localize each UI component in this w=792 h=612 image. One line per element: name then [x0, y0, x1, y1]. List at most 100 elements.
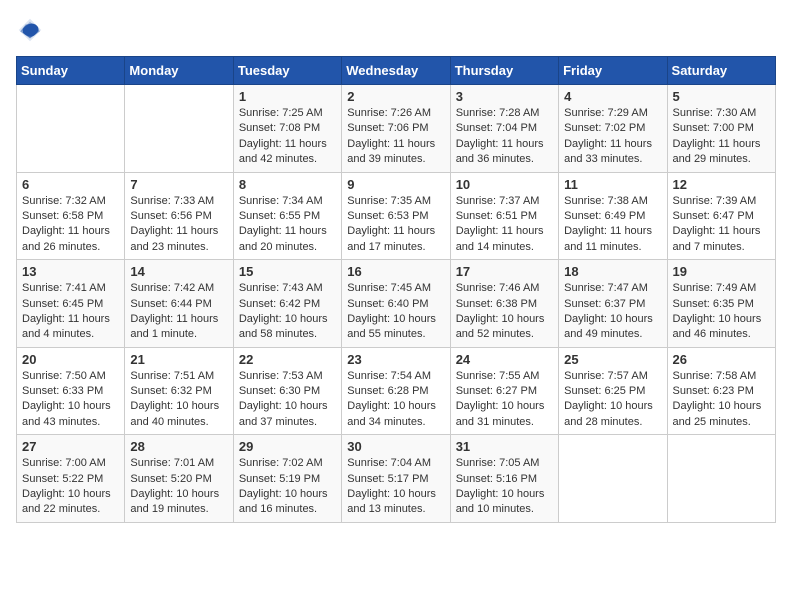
day-info: Sunrise: 7:41 AM Sunset: 6:45 PM Dayligh… — [22, 281, 119, 343]
calendar-cell: 24Sunrise: 7:55 AM Sunset: 6:27 PM Dayli… — [450, 347, 558, 435]
calendar-cell: 12 Sunrise: 7:39 AM Sunset: 6:47 PM Dayli… — [667, 172, 775, 260]
calendar-cell — [559, 435, 667, 523]
day-number: 19 — [673, 264, 770, 279]
calendar-cell: 17 Sunrise: 7:46 AM Sunset: 6:38 PM Dayli… — [450, 260, 558, 348]
calendar-cell: 1Sunrise: 7:25 AM Sunset: 7:08 PM Daylig… — [233, 85, 341, 173]
calendar-cell: 4 Sunrise: 7:29 AM Sunset: 7:02 PM Daylig… — [559, 85, 667, 173]
day-number: 22 — [239, 352, 336, 367]
calendar-cell: 9 Sunrise: 7:35 AM Sunset: 6:53 PM Daylig… — [342, 172, 450, 260]
day-number: 13 — [22, 264, 119, 279]
calendar-cell: 18Sunrise: 7:47 AM Sunset: 6:37 PM Dayli… — [559, 260, 667, 348]
day-info: Sunrise: 7:51 AM Sunset: 6:32 PM Dayligh… — [130, 369, 227, 431]
day-info: Sunrise: 7:46 AM Sunset: 6:38 PM Dayligh… — [456, 281, 553, 343]
day-info: Sunrise: 7:55 AM Sunset: 6:27 PM Dayligh… — [456, 369, 553, 431]
day-number: 8 — [239, 177, 336, 192]
calendar-cell: 31 Sunrise: 7:05 AM Sunset: 5:16 PM Dayli… — [450, 435, 558, 523]
day-number: 15 — [239, 264, 336, 279]
calendar-cell: 30 Sunrise: 7:04 AM Sunset: 5:17 PM Dayli… — [342, 435, 450, 523]
day-number: 6 — [22, 177, 119, 192]
calendar-cell — [667, 435, 775, 523]
day-info: Sunrise: 7:01 AM Sunset: 5:20 PM Dayligh… — [130, 456, 227, 518]
day-info: Sunrise: 7:00 AM Sunset: 5:22 PM Dayligh… — [22, 456, 119, 518]
day-info: Sunrise: 7:33 AM Sunset: 6:56 PM Dayligh… — [130, 194, 227, 256]
day-number: 25 — [564, 352, 661, 367]
calendar-cell: 10 Sunrise: 7:37 AM Sunset: 6:51 PM Dayli… — [450, 172, 558, 260]
day-info: Sunrise: 7:54 AM Sunset: 6:28 PM Dayligh… — [347, 369, 444, 431]
day-number: 30 — [347, 439, 444, 454]
calendar-cell: 27 Sunrise: 7:00 AM Sunset: 5:22 PM Dayli… — [17, 435, 125, 523]
day-info: Sunrise: 7:50 AM Sunset: 6:33 PM Dayligh… — [22, 369, 119, 431]
calendar-cell: 29Sunrise: 7:02 AM Sunset: 5:19 PM Dayli… — [233, 435, 341, 523]
calendar-cell: 5 Sunrise: 7:30 AM Sunset: 7:00 PM Daylig… — [667, 85, 775, 173]
day-number: 31 — [456, 439, 553, 454]
day-number: 29 — [239, 439, 336, 454]
day-info: Sunrise: 7:37 AM Sunset: 6:51 PM Dayligh… — [456, 194, 553, 256]
calendar-cell: 3 Sunrise: 7:28 AM Sunset: 7:04 PM Daylig… — [450, 85, 558, 173]
day-number: 4 — [564, 89, 661, 104]
day-number: 26 — [673, 352, 770, 367]
calendar-cell: 23 Sunrise: 7:54 AM Sunset: 6:28 PM Dayli… — [342, 347, 450, 435]
day-number: 16 — [347, 264, 444, 279]
day-info: Sunrise: 7:30 AM Sunset: 7:00 PM Dayligh… — [673, 106, 770, 168]
week-row-5: 27 Sunrise: 7:00 AM Sunset: 5:22 PM Dayli… — [17, 435, 776, 523]
day-info: Sunrise: 7:43 AM Sunset: 6:42 PM Dayligh… — [239, 281, 336, 343]
calendar-cell: 11 Sunrise: 7:38 AM Sunset: 6:49 PM Dayli… — [559, 172, 667, 260]
day-info: Sunrise: 7:53 AM Sunset: 6:30 PM Dayligh… — [239, 369, 336, 431]
day-number: 2 — [347, 89, 444, 104]
day-header-wednesday: Wednesday — [342, 57, 450, 85]
calendar-cell: 14 Sunrise: 7:42 AM Sunset: 6:44 PM Dayli… — [125, 260, 233, 348]
day-number: 7 — [130, 177, 227, 192]
week-row-3: 13 Sunrise: 7:41 AM Sunset: 6:45 PM Dayli… — [17, 260, 776, 348]
calendar-cell: 2 Sunrise: 7:26 AM Sunset: 7:06 PM Daylig… — [342, 85, 450, 173]
day-number: 9 — [347, 177, 444, 192]
day-number: 27 — [22, 439, 119, 454]
calendar-cell: 22 Sunrise: 7:53 AM Sunset: 6:30 PM Dayli… — [233, 347, 341, 435]
day-header-sunday: Sunday — [17, 57, 125, 85]
day-number: 12 — [673, 177, 770, 192]
day-number: 3 — [456, 89, 553, 104]
day-header-friday: Friday — [559, 57, 667, 85]
page-header — [16, 16, 776, 44]
day-header-thursday: Thursday — [450, 57, 558, 85]
calendar-cell: 13 Sunrise: 7:41 AM Sunset: 6:45 PM Dayli… — [17, 260, 125, 348]
day-info: Sunrise: 7:34 AM Sunset: 6:55 PM Dayligh… — [239, 194, 336, 256]
day-info: Sunrise: 7:29 AM Sunset: 7:02 PM Dayligh… — [564, 106, 661, 168]
day-info: Sunrise: 7:39 AM Sunset: 6:47 PM Dayligh… — [673, 194, 770, 256]
day-number: 14 — [130, 264, 227, 279]
day-headers-row: SundayMondayTuesdayWednesdayThursdayFrid… — [17, 57, 776, 85]
day-info: Sunrise: 7:04 AM Sunset: 5:17 PM Dayligh… — [347, 456, 444, 518]
calendar-cell: 26 Sunrise: 7:58 AM Sunset: 6:23 PM Dayli… — [667, 347, 775, 435]
day-number: 20 — [22, 352, 119, 367]
calendar-cell: 8 Sunrise: 7:34 AM Sunset: 6:55 PM Daylig… — [233, 172, 341, 260]
calendar-cell: 16 Sunrise: 7:45 AM Sunset: 6:40 PM Dayli… — [342, 260, 450, 348]
day-number: 18 — [564, 264, 661, 279]
day-number: 11 — [564, 177, 661, 192]
day-info: Sunrise: 7:28 AM Sunset: 7:04 PM Dayligh… — [456, 106, 553, 168]
day-info: Sunrise: 7:38 AM Sunset: 6:49 PM Dayligh… — [564, 194, 661, 256]
day-info: Sunrise: 7:57 AM Sunset: 6:25 PM Dayligh… — [564, 369, 661, 431]
day-info: Sunrise: 7:49 AM Sunset: 6:35 PM Dayligh… — [673, 281, 770, 343]
calendar-cell: 15 Sunrise: 7:43 AM Sunset: 6:42 PM Dayli… — [233, 260, 341, 348]
day-info: Sunrise: 7:42 AM Sunset: 6:44 PM Dayligh… — [130, 281, 227, 343]
calendar-cell: 28Sunrise: 7:01 AM Sunset: 5:20 PM Dayli… — [125, 435, 233, 523]
day-info: Sunrise: 7:32 AM Sunset: 6:58 PM Dayligh… — [22, 194, 119, 256]
day-number: 10 — [456, 177, 553, 192]
day-number: 21 — [130, 352, 227, 367]
logo — [16, 16, 48, 44]
day-info: Sunrise: 7:45 AM Sunset: 6:40 PM Dayligh… — [347, 281, 444, 343]
day-number: 17 — [456, 264, 553, 279]
day-number: 23 — [347, 352, 444, 367]
week-row-2: 6 Sunrise: 7:32 AM Sunset: 6:58 PM Daylig… — [17, 172, 776, 260]
day-info: Sunrise: 7:05 AM Sunset: 5:16 PM Dayligh… — [456, 456, 553, 518]
day-info: Sunrise: 7:35 AM Sunset: 6:53 PM Dayligh… — [347, 194, 444, 256]
calendar-table: SundayMondayTuesdayWednesdayThursdayFrid… — [16, 56, 776, 523]
calendar-cell: 21 Sunrise: 7:51 AM Sunset: 6:32 PM Dayli… — [125, 347, 233, 435]
day-header-saturday: Saturday — [667, 57, 775, 85]
calendar-cell: 6 Sunrise: 7:32 AM Sunset: 6:58 PM Daylig… — [17, 172, 125, 260]
week-row-1: 1Sunrise: 7:25 AM Sunset: 7:08 PM Daylig… — [17, 85, 776, 173]
day-info: Sunrise: 7:25 AM Sunset: 7:08 PM Dayligh… — [239, 106, 336, 168]
calendar-cell: 20 Sunrise: 7:50 AM Sunset: 6:33 PM Dayli… — [17, 347, 125, 435]
day-number: 5 — [673, 89, 770, 104]
day-info: Sunrise: 7:26 AM Sunset: 7:06 PM Dayligh… — [347, 106, 444, 168]
day-info: Sunrise: 7:58 AM Sunset: 6:23 PM Dayligh… — [673, 369, 770, 431]
